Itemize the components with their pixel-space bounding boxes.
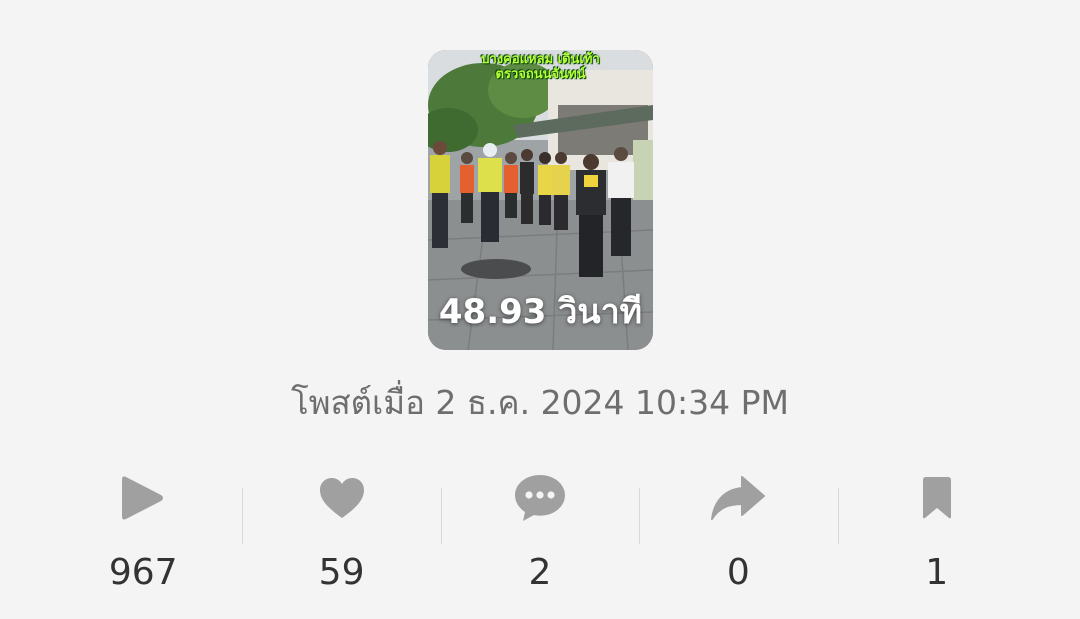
post-stats-screen: บางคอแหลม เดินเท้า ตรวจถนนจันทน์ 48.93 ว… — [0, 0, 1080, 619]
saves-count: 1 — [925, 552, 949, 593]
views-count: 967 — [108, 552, 178, 593]
video-caption-line-2: ตรวจถนนจันทน์ — [495, 67, 586, 82]
bookmark-icon — [909, 470, 965, 526]
stat-saves[interactable]: 1 — [837, 462, 1036, 602]
shares-count: 0 — [726, 552, 750, 593]
stat-shares[interactable]: 0 — [639, 462, 837, 602]
video-caption: บางคอแหลม เดินเท้า ตรวจถนนจันทน์ — [428, 52, 653, 82]
play-icon — [115, 470, 171, 526]
video-caption-line-1: บางคอแหลม เดินเท้า — [481, 52, 600, 67]
stats-row: 967 59 2 0 1 — [44, 462, 1036, 602]
comments-count: 2 — [528, 552, 552, 593]
video-thumbnail[interactable]: บางคอแหลม เดินเท้า ตรวจถนนจันทน์ 48.93 ว… — [428, 50, 653, 350]
video-duration: 48.93 วินาที — [438, 292, 643, 332]
comment-icon — [512, 470, 568, 526]
posted-date: โพสต์เมื่อ 2 ธ.ค. 2024 10:34 PM — [291, 383, 789, 422]
stat-views[interactable]: 967 — [44, 462, 242, 602]
stat-likes[interactable]: 59 — [242, 462, 440, 602]
share-icon — [710, 470, 766, 526]
heart-icon — [314, 470, 370, 526]
stat-comments[interactable]: 2 — [440, 462, 639, 602]
likes-count: 59 — [318, 552, 365, 593]
